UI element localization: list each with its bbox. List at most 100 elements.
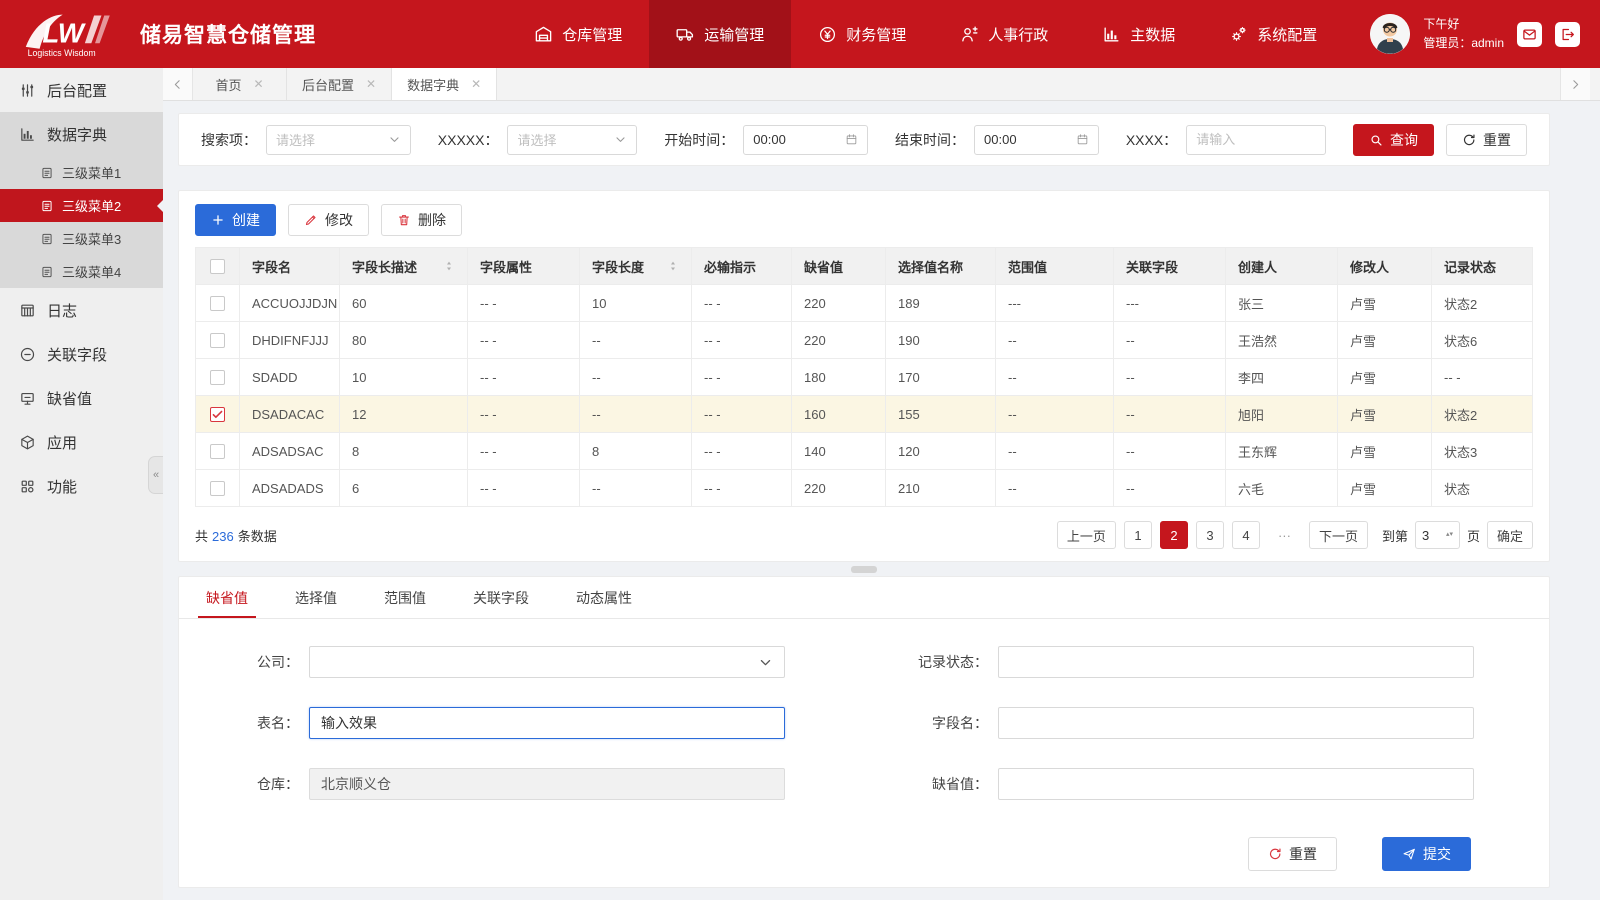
column-header: 关联字段	[1114, 248, 1226, 285]
sidebar-item-data-dictionary[interactable]: 数据字典	[0, 112, 163, 156]
create-button[interactable]: 创建	[195, 204, 276, 236]
xxxx-input[interactable]	[1196, 132, 1276, 147]
table-row[interactable]: DSADACAC12-- ----- -160155----旭阳卢雪状态2	[196, 396, 1533, 433]
calendar-icon[interactable]	[1076, 133, 1089, 146]
detail-tab-2[interactable]: 范围值	[384, 577, 426, 618]
chevron-down-icon	[388, 133, 401, 146]
modify-button[interactable]: 修改	[288, 204, 369, 236]
sidebar-item-submenu-2[interactable]: 三级菜单2	[0, 189, 163, 222]
monitor-icon	[19, 390, 36, 407]
page-button-1[interactable]: 1	[1124, 521, 1152, 549]
detail-tab-0[interactable]: 缺省值	[206, 577, 248, 618]
avatar[interactable]	[1370, 14, 1410, 54]
row-checkbox[interactable]	[210, 333, 225, 348]
calendar-icon[interactable]	[845, 133, 858, 146]
page-button-3[interactable]: 3	[1196, 521, 1224, 549]
tab-bar: 首页✕后台配置✕数据字典✕	[163, 68, 1600, 101]
select-all-checkbox[interactable]	[210, 259, 225, 274]
row-checkbox[interactable]	[210, 444, 225, 459]
plus-icon	[211, 213, 225, 227]
page-tab-1[interactable]: 后台配置✕	[287, 68, 392, 100]
close-icon[interactable]: ✕	[366, 77, 376, 91]
table-cell: 189	[886, 285, 996, 322]
table-cell: --	[1114, 396, 1226, 433]
page-tab-2[interactable]: 数据字典✕	[392, 68, 497, 100]
table-row[interactable]: ADSADSAC8-- -8-- -140120----王东辉卢雪状态3	[196, 433, 1533, 470]
detail-tab-1[interactable]: 选择值	[295, 577, 337, 618]
sidebar-item-default-values[interactable]: 缺省值	[0, 376, 163, 420]
tab-scroll-left-button[interactable]	[163, 68, 193, 100]
record-status-input[interactable]	[998, 646, 1474, 678]
detail-tab-4[interactable]: 动态属性	[576, 577, 632, 618]
table-cell: 220	[792, 470, 886, 507]
sidebar-item-submenu-1[interactable]: 三级菜单1	[0, 156, 163, 189]
start-time-input[interactable]	[753, 132, 833, 147]
submit-button[interactable]: 提交	[1382, 837, 1471, 871]
default-value-input[interactable]	[998, 768, 1474, 800]
table-cell: ACCUOJJDJN	[240, 285, 340, 322]
xxxxx-select[interactable]: 请选择	[507, 125, 637, 155]
close-icon[interactable]: ✕	[253, 77, 263, 91]
table-row[interactable]: ADSADADS6-- ----- -220210----六毛卢雪状态	[196, 470, 1533, 507]
table-row[interactable]: SDADD10-- ----- -180170----李四卢雪-- -	[196, 359, 1533, 396]
row-checkbox[interactable]	[210, 481, 225, 496]
app-title: 储易智慧仓储管理	[140, 19, 316, 49]
row-checkbox[interactable]	[210, 407, 225, 422]
tab-scroll-right-button[interactable]	[1560, 68, 1590, 100]
table-row[interactable]: ACCUOJJDJN60-- -10-- -220189------张三卢雪状态…	[196, 285, 1533, 322]
nav-finance[interactable]: 财务管理	[791, 0, 933, 68]
end-time-input[interactable]	[984, 132, 1064, 147]
query-button[interactable]: 查询	[1353, 124, 1434, 156]
sidebar-item-submenu-4[interactable]: 三级菜单4	[0, 255, 163, 288]
nav-system-config[interactable]: 系统配置	[1202, 0, 1344, 68]
table-cell: --	[996, 433, 1114, 470]
page-button-4[interactable]: 4	[1232, 521, 1260, 549]
table-row[interactable]: DHDIFNFJJJ80-- ----- -220190----王浩然卢雪状态6	[196, 322, 1533, 359]
company-select[interactable]	[309, 646, 785, 678]
table-cell: 210	[886, 470, 996, 507]
stepper-arrows-icon[interactable]: ▴▾	[1446, 532, 1453, 538]
table-cell: --	[580, 359, 692, 396]
form-reset-button[interactable]: 重置	[1248, 837, 1337, 871]
search-item-select[interactable]: 请选择	[266, 125, 411, 155]
field-name-input[interactable]	[998, 707, 1474, 739]
gears-icon	[1229, 25, 1248, 44]
sidebar-collapse-handle[interactable]: «	[148, 456, 163, 494]
page-button-···[interactable]: ···	[1268, 521, 1301, 549]
mail-button[interactable]	[1517, 22, 1542, 47]
filter-reset-button[interactable]: 重置	[1446, 124, 1527, 156]
table-cell: 155	[886, 396, 996, 433]
nav-hr[interactable]: 人事行政	[933, 0, 1075, 68]
table-cell: -- -	[468, 433, 580, 470]
prev-page-button[interactable]: 上一页	[1057, 521, 1116, 549]
table-toolbar: 创建 修改 删除	[195, 204, 1533, 236]
sidebar-item-submenu-3[interactable]: 三级菜单3	[0, 222, 163, 255]
row-checkbox[interactable]	[210, 370, 225, 385]
page-button-2[interactable]: 2	[1160, 521, 1188, 549]
splitter-handle[interactable]	[851, 566, 877, 573]
box-icon	[19, 434, 36, 451]
warehouse-input[interactable]	[309, 768, 785, 800]
column-header[interactable]: 字段长描述	[340, 248, 468, 285]
nav-warehouse[interactable]: 仓库管理	[507, 0, 649, 68]
nav-transport[interactable]: 运输管理	[649, 0, 791, 68]
table-cell: -- -	[692, 470, 792, 507]
goto-page-stepper[interactable]: 3▴▾	[1415, 521, 1460, 549]
detail-tab-3[interactable]: 关联字段	[473, 577, 529, 618]
sidebar-item-related-fields[interactable]: 关联字段	[0, 332, 163, 376]
page-content: 搜索项： 请选择 XXXXX： 请选择 开始时间：	[163, 101, 1600, 900]
delete-button[interactable]: 删除	[381, 204, 462, 236]
sidebar-item-logs[interactable]: 日志	[0, 288, 163, 332]
sidebar-item-apps[interactable]: 应用	[0, 420, 163, 464]
page-tab-0[interactable]: 首页✕	[193, 68, 287, 100]
logout-button[interactable]	[1555, 22, 1580, 47]
table-name-input[interactable]	[309, 707, 785, 739]
row-checkbox[interactable]	[210, 296, 225, 311]
sidebar-item-backend-config[interactable]: 后台配置	[0, 68, 163, 112]
sidebar-item-functions[interactable]: 功能	[0, 464, 163, 508]
nav-master-data[interactable]: 主数据	[1075, 0, 1202, 68]
next-page-button[interactable]: 下一页	[1309, 521, 1368, 549]
goto-confirm-button[interactable]: 确定	[1487, 521, 1533, 549]
close-icon[interactable]: ✕	[471, 77, 481, 91]
column-header[interactable]: 字段长度	[580, 248, 692, 285]
